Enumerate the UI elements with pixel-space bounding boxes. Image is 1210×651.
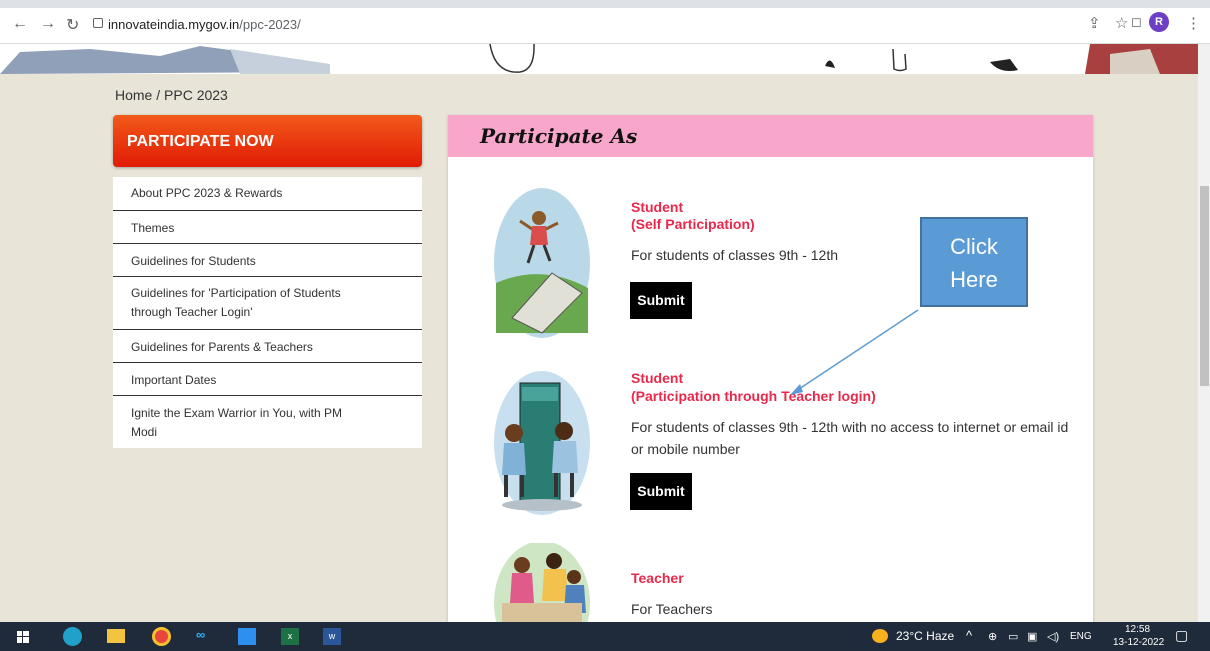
- card-header: Participate As: [448, 115, 1093, 157]
- network-icon[interactable]: ▣: [1027, 630, 1037, 643]
- submit-teacher-login-button[interactable]: Submit: [630, 473, 692, 510]
- browser-toolbar: ← → ↻ innovateindia.mygov.in/ppc-2023/ ⇪…: [0, 0, 1210, 44]
- sidebar-item-label: Guidelines for Parents & Teachers: [131, 340, 313, 354]
- battery-icon[interactable]: ▭: [1008, 630, 1018, 643]
- sidebar-item-label: About PPC 2023 & Rewards: [131, 186, 283, 200]
- reload-icon[interactable]: ↻: [66, 15, 79, 35]
- forward-icon[interactable]: →: [40, 15, 56, 33]
- option-subtitle: (Participation through Teacher login): [631, 388, 876, 404]
- submit-self-participation-button[interactable]: Submit: [630, 282, 692, 319]
- sidebar-item-important-dates[interactable]: Important Dates: [113, 363, 422, 396]
- sidebar-item-label: Guidelines for 'Participation of Student…: [131, 286, 341, 319]
- option-title: Teacher: [631, 570, 684, 586]
- option-title: Student: [631, 370, 684, 386]
- option-description: For students of classes 9th - 12th: [631, 247, 838, 263]
- side-panel-icon[interactable]: ◻: [1131, 14, 1142, 30]
- banner-illustration: [0, 44, 1200, 74]
- option-title: Student: [631, 199, 684, 215]
- student-self-illustration: [494, 188, 590, 338]
- option-description: For Teachers: [631, 601, 713, 617]
- profile-avatar[interactable]: R: [1149, 12, 1169, 32]
- callout-line-2: Here: [950, 267, 998, 292]
- back-icon[interactable]: ←: [12, 15, 28, 33]
- windows-start-icon[interactable]: [17, 631, 29, 643]
- file-explorer-icon[interactable]: [107, 629, 125, 643]
- notifications-icon[interactable]: ▢: [1175, 627, 1188, 644]
- chevron-up-icon[interactable]: ^: [966, 628, 972, 643]
- participate-now-button[interactable]: PARTICIPATE NOW: [113, 115, 422, 167]
- sidebar-item-guidelines-parents[interactable]: Guidelines for Parents & Teachers: [113, 330, 422, 363]
- participate-now-label: PARTICIPATE NOW: [127, 133, 274, 150]
- share-icon[interactable]: ⇪: [1088, 14, 1101, 32]
- menu-dots-icon[interactable]: ⋮: [1186, 14, 1201, 32]
- sidebar-item-about[interactable]: About PPC 2023 & Rewards: [113, 177, 422, 211]
- url-path: /ppc-2023/: [239, 17, 301, 32]
- app-icon[interactable]: ∞: [196, 627, 205, 642]
- participate-as-card: Participate As Student (Self Participati…: [448, 115, 1093, 622]
- tab-strip: [0, 0, 1210, 8]
- media-player-icon[interactable]: [238, 628, 256, 645]
- sidebar-item-label: Important Dates: [131, 373, 217, 387]
- sidebar-item-ignite-exam-warrior[interactable]: Ignite the Exam Warrior in You, with PM …: [113, 396, 422, 448]
- bookmark-star-icon[interactable]: ☆: [1115, 14, 1128, 32]
- sidebar-item-themes[interactable]: Themes: [113, 211, 422, 244]
- url-host: innovateindia.mygov.in: [108, 17, 240, 32]
- tray-app-icon[interactable]: ⊕: [988, 630, 997, 643]
- sidebar-item-label: Ignite the Exam Warrior in You, with PM …: [131, 406, 342, 439]
- excel-icon[interactable]: x: [281, 628, 299, 645]
- sidebar-item-guidelines-students[interactable]: Guidelines for Students: [113, 244, 422, 277]
- weather-icon: [872, 629, 888, 643]
- card-heading: Participate As: [480, 124, 638, 148]
- volume-icon[interactable]: ◁): [1047, 630, 1059, 643]
- chrome-icon[interactable]: [152, 627, 171, 646]
- header-banner: [0, 44, 1200, 74]
- callout-line-1: Click: [950, 234, 998, 259]
- clock-time[interactable]: 12:58: [1125, 624, 1150, 635]
- address-bar[interactable]: innovateindia.mygov.in/ppc-2023/: [108, 17, 301, 32]
- breadcrumb[interactable]: Home / PPC 2023: [115, 87, 228, 103]
- weather-text[interactable]: 23°C Haze: [896, 629, 954, 643]
- windows-taskbar: ∞ x w 23°C Haze ^ ⊕ ▭ ▣ ◁) ENG 12:58 13-…: [0, 622, 1210, 651]
- option-description: For students of classes 9th - 12th with …: [631, 419, 1069, 457]
- student-teacher-login-illustration: [494, 371, 590, 515]
- edge-icon[interactable]: [63, 627, 82, 646]
- sidebar-menu: About PPC 2023 & Rewards Themes Guidelin…: [113, 177, 422, 448]
- click-here-callout: Click Here: [920, 217, 1028, 307]
- word-icon[interactable]: w: [323, 628, 341, 645]
- sidebar-item-guidelines-teacher-login[interactable]: Guidelines for 'Participation of Student…: [113, 277, 422, 330]
- teacher-illustration: [494, 543, 590, 622]
- sidebar-item-label: Guidelines for Students: [131, 254, 256, 268]
- language-indicator[interactable]: ENG: [1070, 631, 1092, 642]
- sidebar-item-label: Themes: [131, 221, 175, 235]
- option-subtitle: (Self Participation): [631, 216, 755, 232]
- scrollbar-thumb[interactable]: [1200, 186, 1209, 386]
- lock-icon[interactable]: [93, 18, 103, 28]
- clock-date[interactable]: 13-12-2022: [1113, 637, 1164, 648]
